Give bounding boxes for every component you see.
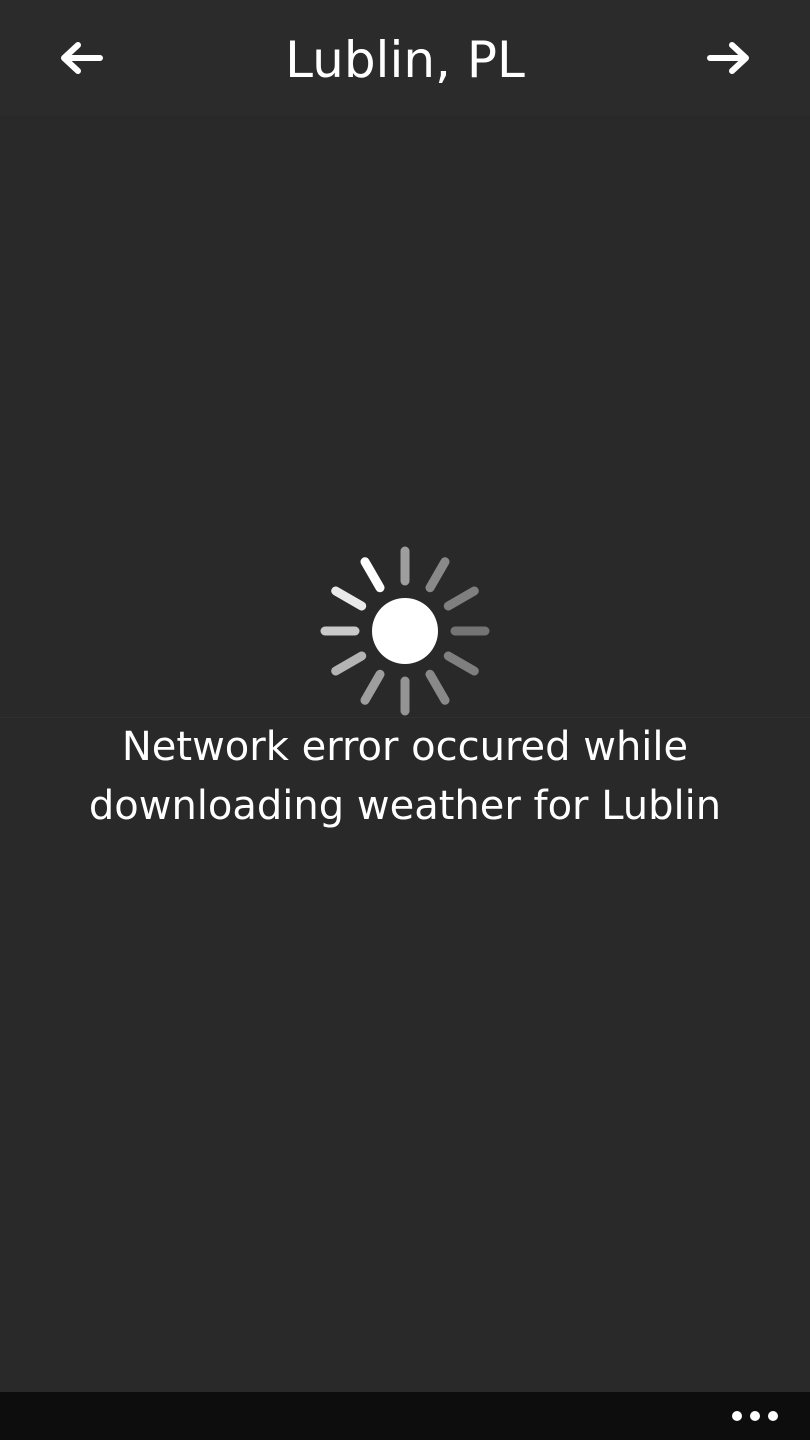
more-options-button[interactable]	[730, 1400, 780, 1432]
sun-ray	[331, 586, 367, 611]
header: Lublin, PL	[0, 0, 810, 116]
sun-ray	[360, 557, 385, 593]
error-message: Network error occured while downloading …	[88, 724, 722, 829]
sun-ray	[443, 586, 479, 611]
sun-ray	[331, 651, 367, 676]
sun-ray	[425, 669, 450, 705]
sun-ray	[443, 651, 479, 676]
city-title: Lublin, PL	[285, 31, 525, 89]
arrow-left-icon	[61, 42, 103, 74]
previous-city-button[interactable]	[52, 32, 108, 84]
app-bar	[0, 1392, 810, 1440]
ellipsis-icon	[732, 1411, 778, 1421]
loading-sun-icon	[317, 543, 493, 719]
arrow-right-icon	[707, 42, 749, 74]
sun-ray	[360, 669, 385, 705]
sun-ray	[425, 557, 450, 593]
next-city-button[interactable]	[702, 32, 758, 84]
weather-screen: Lublin, PL Network error occured while d…	[0, 0, 810, 1440]
